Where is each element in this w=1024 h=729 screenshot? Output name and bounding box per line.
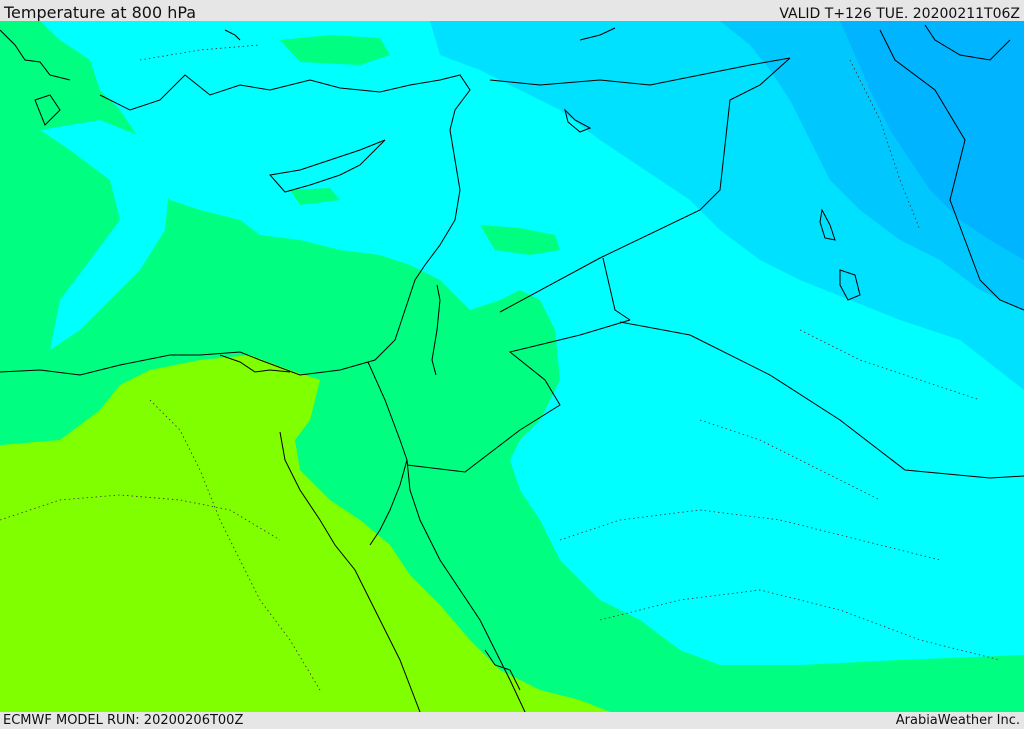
footer-bar: ECMWF MODEL RUN: 20200206T00Z ArabiaWeat… [0, 712, 1024, 729]
header-bar: Temperature at 800 hPa VALID T+126 TUE. … [0, 0, 1024, 22]
credit-text: ArabiaWeather Inc. [895, 713, 1020, 728]
map-title: Temperature at 800 hPa [4, 3, 197, 22]
model-run: ECMWF MODEL RUN: 20200206T00Z [3, 713, 244, 728]
weather-map [0, 21, 1024, 712]
